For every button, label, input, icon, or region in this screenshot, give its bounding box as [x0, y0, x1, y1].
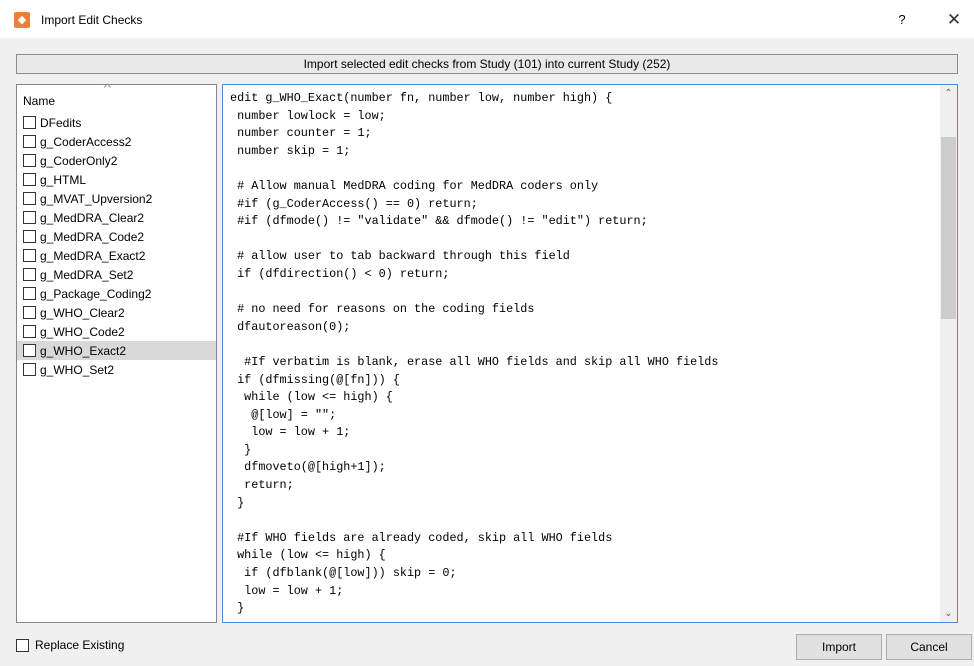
list-item-checkbox[interactable] [23, 135, 36, 148]
code-line: if (dfdirection() < 0) return; [230, 266, 450, 281]
code-line: number counter = 1; [230, 126, 372, 141]
code-line: dfautoreason(0); [230, 319, 351, 334]
cancel-button[interactable]: Cancel [886, 634, 972, 660]
code-line: edit g_WHO_Exact(number fn, number low, … [230, 91, 613, 105]
name-column-header[interactable]: Name [23, 94, 55, 108]
code-line: } [230, 495, 245, 510]
code-line: number lowlock = low; [230, 108, 386, 123]
list-item-checkbox[interactable] [23, 230, 36, 243]
list-item[interactable]: g_MedDRA_Set2 [17, 265, 216, 284]
import-button[interactable]: Import [796, 634, 882, 660]
list-item[interactable]: g_Package_Coding2 [17, 284, 216, 303]
list-item-checkbox[interactable] [23, 363, 36, 376]
code-line: } [230, 601, 245, 616]
close-button[interactable]: ✕ [940, 8, 968, 32]
scroll-up-icon[interactable]: ⌃ [940, 85, 957, 102]
code-line: while (low <= high) { [230, 548, 386, 563]
list-item-label: g_MedDRA_Code2 [40, 229, 145, 244]
replace-existing-option[interactable]: Replace Existing [16, 638, 124, 652]
list-item-checkbox[interactable] [23, 249, 36, 262]
code-line: dfmoveto(@[high+1]); [230, 460, 386, 475]
code-line: @[low] = ""; [230, 407, 337, 422]
list-item-checkbox[interactable] [23, 306, 36, 319]
list-item-checkbox[interactable] [23, 154, 36, 167]
help-button[interactable]: ? [888, 8, 916, 32]
code-line: #If WHO fields are already coded, skip a… [230, 530, 613, 545]
list-item[interactable]: g_MVAT_Upversion2 [17, 189, 216, 208]
list-item[interactable]: g_WHO_Clear2 [17, 303, 216, 322]
list-item-label: g_MedDRA_Clear2 [40, 210, 145, 225]
list-item[interactable]: g_WHO_Exact2 [17, 341, 216, 360]
replace-existing-checkbox[interactable] [16, 638, 29, 652]
scroll-thumb[interactable] [941, 137, 956, 319]
code-line: if (dfblank(@[low])) skip = 0; [230, 566, 457, 581]
code-line: #If verbatim is blank, erase all WHO fie… [230, 354, 719, 369]
list-item-checkbox[interactable] [23, 192, 36, 205]
code-line: return; [230, 478, 294, 493]
sort-indicator-icon: ^ [103, 83, 112, 94]
list-item-label: g_CoderOnly2 [40, 153, 118, 168]
list-item[interactable]: g_MedDRA_Exact2 [17, 246, 216, 265]
list-item-checkbox[interactable] [23, 268, 36, 281]
list-item[interactable]: g_MedDRA_Clear2 [17, 208, 216, 227]
code-line: # Allow manual MedDRA coding for MedDRA … [230, 178, 599, 193]
scroll-down-icon[interactable]: ⌄ [940, 605, 957, 622]
code-text: edit g_WHO_Exact(number fn, number low, … [230, 90, 940, 618]
list-item-checkbox[interactable] [23, 287, 36, 300]
list-item-checkbox[interactable] [23, 173, 36, 186]
list-item-label: g_WHO_Set2 [40, 362, 115, 377]
title-bar: ◆ Import Edit Checks ? ✕ [0, 0, 974, 38]
code-line: low = low + 1; [230, 425, 351, 440]
list-item-label: g_WHO_Clear2 [40, 305, 125, 320]
vertical-scrollbar[interactable]: ⌃ ⌄ [940, 85, 957, 622]
list-item-label: g_WHO_Exact2 [40, 343, 127, 358]
list-item-label: g_CoderAccess2 [40, 134, 132, 149]
list-item-label: g_MedDRA_Exact2 [40, 248, 146, 263]
list-item[interactable]: g_WHO_Set2 [17, 360, 216, 379]
list-item[interactable]: g_HTML [17, 170, 216, 189]
list-item-label: g_Package_Coding2 [40, 286, 152, 301]
list-item-checkbox[interactable] [23, 211, 36, 224]
app-icon: ◆ [14, 12, 30, 28]
list-item-label: g_MVAT_Upversion2 [40, 191, 153, 206]
list-item-checkbox[interactable] [23, 116, 36, 129]
code-line: #if (g_CoderAccess() == 0) return; [230, 196, 478, 211]
list-item[interactable]: g_MedDRA_Code2 [17, 227, 216, 246]
list-item[interactable]: DFedits [17, 113, 216, 132]
list-item[interactable]: g_CoderAccess2 [17, 132, 216, 151]
code-line: # no need for reasons on the coding fiel… [230, 302, 535, 317]
code-line: #if (dfmode() != "validate" && dfmode() … [230, 214, 648, 229]
list-item-label: DFedits [40, 115, 82, 130]
list-item[interactable]: g_WHO_Code2 [17, 322, 216, 341]
list-items: DFedits g_CoderAccess2 g_CoderOnly2 g_HTMLg… [17, 113, 216, 379]
code-line: if (dfmissing(@[fn])) { [230, 372, 400, 387]
list-item[interactable]: g_CoderOnly2 [17, 151, 216, 170]
replace-existing-label: Replace Existing [35, 638, 125, 652]
list-item-label: g_WHO_Code2 [40, 324, 125, 339]
code-line: # allow user to tab backward through thi… [230, 249, 570, 264]
code-line: number skip = 1; [230, 143, 351, 158]
list-item-checkbox[interactable] [23, 325, 36, 338]
window-title: Import Edit Checks [41, 13, 143, 27]
list-item-label: g_HTML [40, 172, 87, 187]
edit-check-list[interactable]: ^ Name DFedits g_CoderAccess2 g_CoderOnly2… [16, 83, 217, 623]
import-banner: Import selected edit checks from Study (… [16, 54, 958, 74]
code-line: while (low <= high) { [230, 390, 393, 405]
code-line: low = low + 1; [230, 583, 344, 598]
code-line: } [230, 442, 252, 457]
code-preview[interactable]: edit g_WHO_Exact(number fn, number low, … [222, 84, 958, 623]
list-item-label: g_MedDRA_Set2 [40, 267, 134, 282]
list-item-checkbox[interactable] [23, 344, 36, 357]
